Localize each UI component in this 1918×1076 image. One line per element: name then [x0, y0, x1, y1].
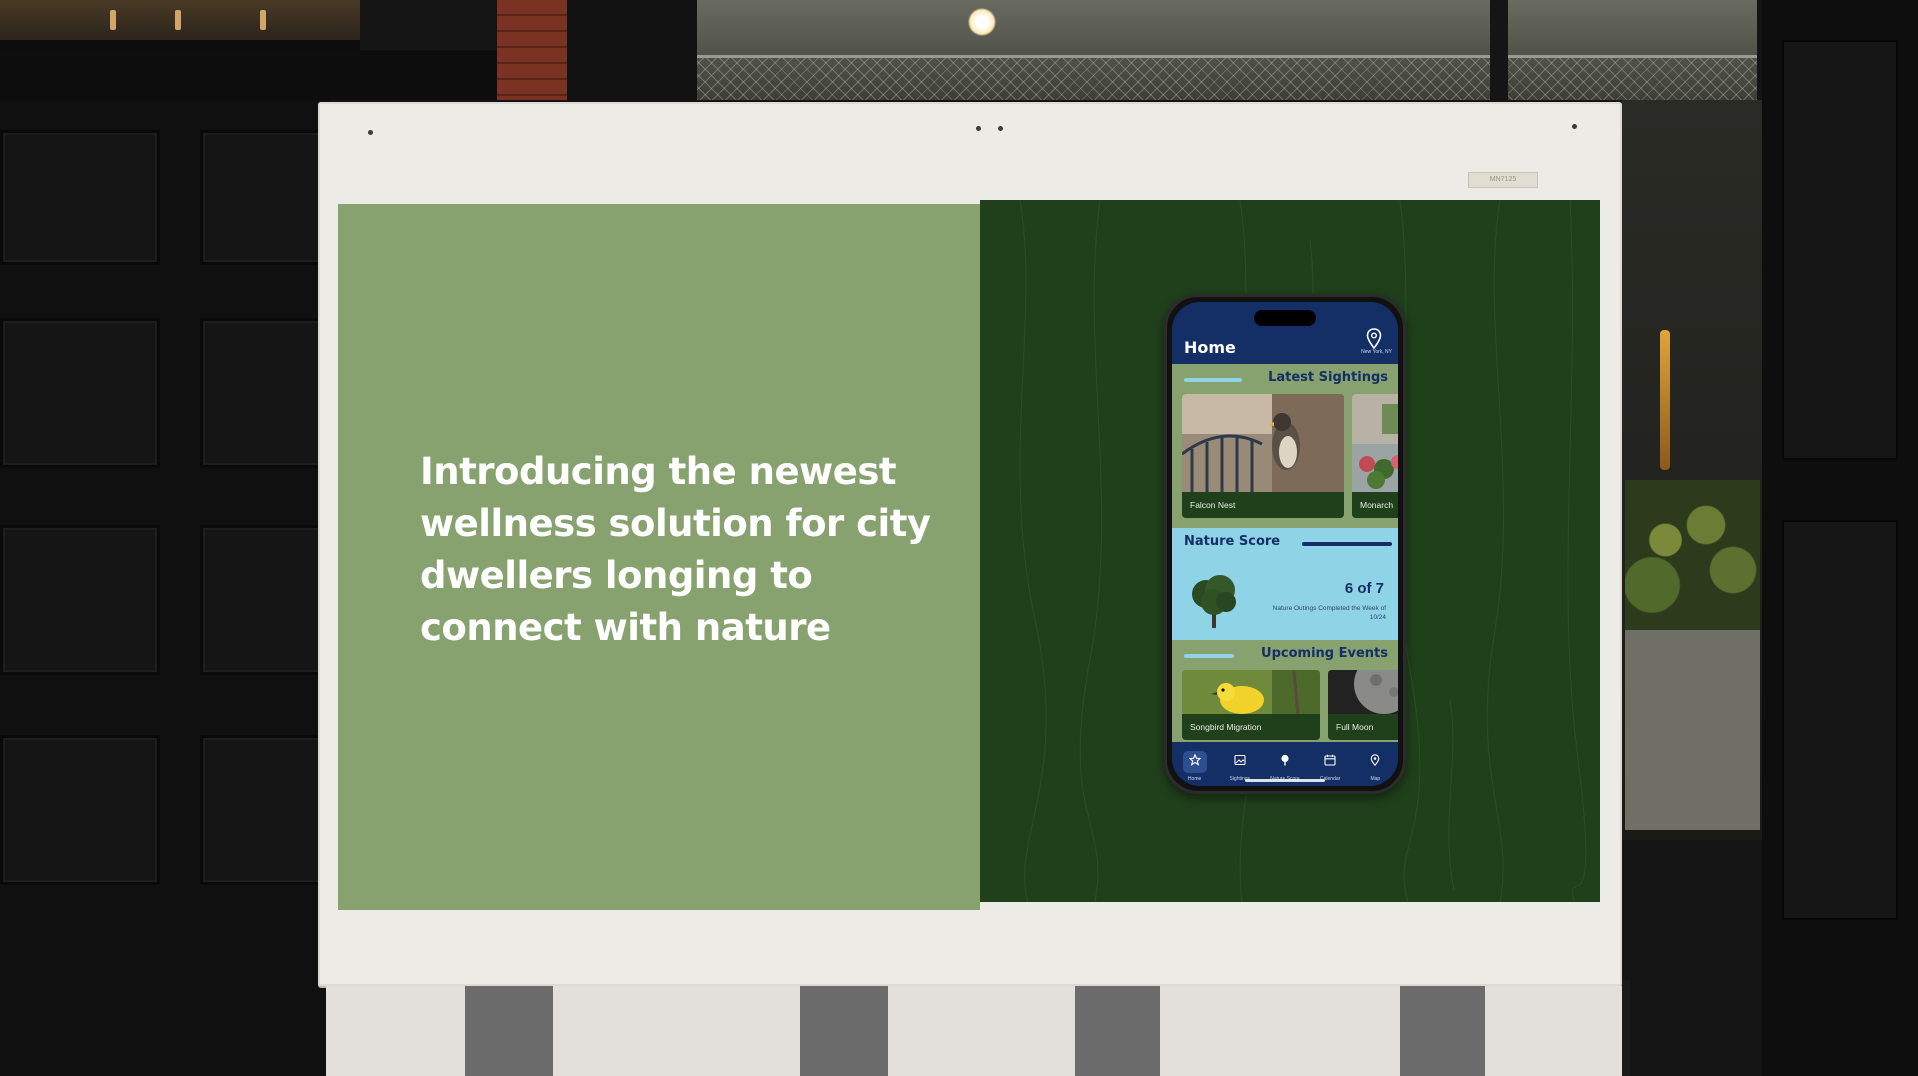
section-accent-bar: [1184, 654, 1234, 658]
frame-screw: [998, 126, 1003, 131]
stand-gap: [1400, 986, 1485, 1076]
card-label: Songbird Migration: [1182, 714, 1320, 740]
door-panel: [200, 130, 325, 265]
stand-gap: [465, 986, 553, 1076]
tree-icon: [1192, 575, 1236, 628]
door-panel: [1782, 520, 1898, 920]
door-panel: [1782, 40, 1898, 460]
stand-gap: [1075, 986, 1160, 1076]
right-black-door: [1762, 0, 1918, 1076]
calendar-icon: [1324, 754, 1336, 766]
nature-score-value: 6 of 7: [1344, 580, 1384, 597]
nature-score-caption: Nature Outings Completed the Week of 10/…: [1272, 605, 1386, 621]
nav-item-sightings[interactable]: Sightings: [1218, 751, 1262, 782]
event-card-full-moon[interactable]: Full Moon: [1328, 670, 1398, 740]
street-lamp: [968, 8, 996, 36]
latest-sightings-section: Latest Sightings Falcon Nest Monarch: [1172, 364, 1398, 528]
billboard-headline: Introducing the newest wellness solution…: [420, 450, 931, 649]
star-icon: [1187, 752, 1202, 766]
sighting-card-monarch[interactable]: Monarch: [1352, 394, 1398, 518]
card-label: Falcon Nest: [1182, 492, 1344, 518]
chain-link-fence: [697, 55, 1757, 100]
phone-mockup: Home New York, NY Latest Sightings Falco…: [1164, 294, 1406, 794]
card-label: Full Moon: [1328, 714, 1398, 740]
page-title: Home: [1184, 338, 1236, 357]
stand-gap: [800, 986, 888, 1076]
door-panel: [0, 318, 160, 468]
flowers-photo: [1352, 394, 1398, 492]
frame-screw: [1572, 124, 1577, 129]
brick-wall: [497, 0, 567, 100]
moon-photo: [1328, 670, 1398, 714]
shop-light: [1660, 330, 1670, 470]
door-panel: [0, 735, 160, 885]
map-pin-icon: [1371, 753, 1380, 766]
frame-screw: [368, 130, 373, 135]
nav-item-home[interactable]: Home: [1173, 750, 1217, 782]
section-accent-bar: [1184, 378, 1242, 382]
dynamic-island: [1254, 310, 1316, 326]
door-panel: [200, 735, 325, 885]
nature-score-section: Nature Score 6 of 7 Nature Outings Compl…: [1172, 528, 1398, 640]
door-panel: [0, 525, 160, 675]
section-accent-bar: [1302, 542, 1392, 546]
door-panel: [0, 130, 160, 265]
left-black-door: [0, 0, 330, 1076]
frame-screw: [976, 126, 981, 131]
section-title: Upcoming Events: [1261, 646, 1388, 661]
nav-item-calendar[interactable]: Calendar: [1308, 751, 1352, 782]
pillar: [567, 0, 697, 110]
phone-screen: Home New York, NY Latest Sightings Falco…: [1172, 302, 1398, 786]
image-icon: [1234, 754, 1246, 765]
section-title: Latest Sightings: [1268, 370, 1388, 385]
card-label: Monarch: [1352, 492, 1398, 518]
event-card-songbird[interactable]: Songbird Migration: [1182, 670, 1320, 740]
planter-box: [1625, 630, 1760, 830]
section-title: Nature Score: [1184, 534, 1281, 549]
home-indicator: [1245, 779, 1325, 782]
door-panel: [200, 318, 325, 468]
location-label: New York, NY: [1361, 349, 1392, 355]
window-mullion: [1490, 0, 1508, 110]
tree-icon: [1281, 754, 1289, 765]
falcon-photo: [1182, 394, 1344, 492]
potted-plants: [1625, 480, 1760, 630]
transom-window: [0, 0, 360, 50]
nav-label: Home: [1187, 775, 1202, 782]
frame-tag: MN7125: [1468, 172, 1538, 188]
nav-item-nature-score[interactable]: Nature Score: [1263, 751, 1307, 782]
sighting-card-falcon[interactable]: Falcon Nest: [1182, 394, 1344, 518]
door-panel: [200, 525, 325, 675]
nav-label: Map: [1370, 775, 1381, 782]
upcoming-events-section: Upcoming Events Songbird Migration Full …: [1172, 640, 1398, 748]
map-pin-icon[interactable]: [1366, 328, 1382, 350]
nav-item-map[interactable]: Map: [1353, 751, 1397, 782]
